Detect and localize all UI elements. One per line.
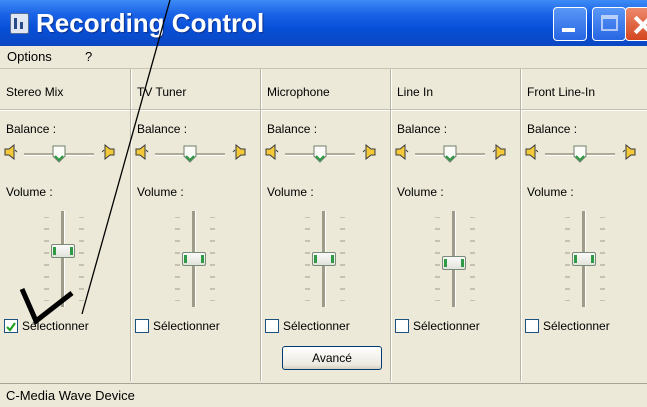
- annotation-arrow-line: [81, 0, 171, 315]
- annotation-arrow-head: [19, 287, 74, 325]
- recording-control-window: Recording Control Options ? Stereo Mix Ba…: [0, 0, 647, 407]
- annotation-overlay: [19, 0, 171, 325]
